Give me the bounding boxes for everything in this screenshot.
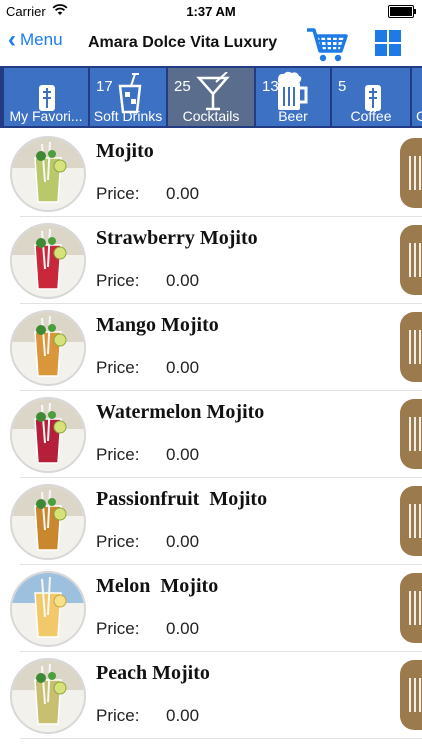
drink-name: Watermelon Mojito bbox=[96, 401, 265, 423]
drink-name: Peach Mojito bbox=[96, 662, 210, 684]
price-label: Price: bbox=[96, 271, 140, 290]
drink-photo bbox=[10, 571, 86, 647]
list-item[interactable]: Mojito Price: 0.00 bbox=[0, 130, 422, 217]
price-label: Price: bbox=[96, 184, 140, 203]
price-value: 0.00 bbox=[166, 358, 200, 377]
price-label: Price: bbox=[96, 619, 140, 638]
drag-handle[interactable] bbox=[400, 138, 422, 208]
drag-handle[interactable] bbox=[400, 573, 422, 643]
chevron-left-icon: ‹ bbox=[8, 26, 16, 53]
list-item[interactable]: Passionfruit Mojito Price: 0.00 bbox=[0, 478, 422, 565]
drag-handle[interactable] bbox=[400, 399, 422, 469]
tab-beer[interactable]: 13 Beer bbox=[256, 68, 330, 126]
price-label: Price: bbox=[96, 532, 140, 551]
tab-label: Coffee bbox=[350, 108, 392, 124]
martini-icon bbox=[196, 72, 230, 111]
row-divider bbox=[20, 738, 422, 739]
tab-count: 17 bbox=[96, 78, 113, 95]
tab-label: My Favori... bbox=[9, 108, 83, 124]
drink-name: Mango Mojito bbox=[96, 314, 219, 336]
menu-back-label: Menu bbox=[20, 30, 63, 49]
drink-name: Strawberry Mojito bbox=[96, 227, 258, 249]
drink-photo bbox=[10, 223, 86, 299]
list-item[interactable]: Melon Mojito Price: 0.00 bbox=[0, 565, 422, 652]
tab-label: Beer bbox=[278, 108, 308, 124]
drink-photo bbox=[10, 658, 86, 734]
tab-label: C bbox=[416, 108, 422, 124]
list-item[interactable]: Strawberry Mojito Price: 0.00 bbox=[0, 217, 422, 304]
drink-name: Melon Mojito bbox=[96, 575, 219, 597]
drink-photo bbox=[10, 310, 86, 386]
price-value: 0.00 bbox=[166, 532, 200, 551]
price-label: Price: bbox=[96, 358, 140, 377]
tab-count: 25 bbox=[174, 78, 191, 95]
price-value: 0.00 bbox=[166, 445, 200, 464]
list-item[interactable]: Watermelon Mojito Price: 0.00 bbox=[0, 391, 422, 478]
tab-cocktails[interactable]: 25 Cocktails bbox=[168, 68, 254, 126]
drag-handle[interactable] bbox=[400, 660, 422, 730]
drink-name: Mojito bbox=[96, 140, 154, 162]
price-value: 0.00 bbox=[166, 619, 200, 638]
price-label: Price: bbox=[96, 445, 140, 464]
tab-more[interactable]: C bbox=[412, 68, 422, 126]
list-item[interactable]: Peach Mojito Price: 0.00 bbox=[0, 652, 422, 739]
drink-photo bbox=[10, 484, 86, 560]
price-value: 0.00 bbox=[166, 706, 200, 725]
navigation-bar: ‹ Menu Amara Dolce Vita Luxury bbox=[0, 22, 422, 66]
status-bar: Carrier 1:37 AM bbox=[0, 0, 422, 22]
price-value: 0.00 bbox=[166, 271, 200, 290]
price-value: 0.00 bbox=[166, 184, 200, 203]
tab-my-favorites[interactable]: My Favori... bbox=[4, 68, 88, 126]
drink-photo bbox=[10, 397, 86, 473]
page-title: Amara Dolce Vita Luxury bbox=[88, 34, 278, 51]
category-tab-bar: My Favori... 17 Soft Drinks 25 Cocktails… bbox=[0, 66, 422, 128]
menu-back-button[interactable]: ‹ Menu bbox=[8, 26, 63, 53]
tab-label: Soft Drinks bbox=[93, 108, 163, 124]
drink-photo bbox=[10, 136, 86, 212]
tab-label: Cocktails bbox=[182, 108, 240, 124]
price-label: Price: bbox=[96, 706, 140, 725]
tab-coffee[interactable]: 5 Coffee bbox=[332, 68, 410, 126]
shopping-cart-icon[interactable] bbox=[305, 24, 349, 64]
drag-handle[interactable] bbox=[400, 225, 422, 295]
drag-handle[interactable] bbox=[400, 486, 422, 556]
list-item[interactable]: Mango Mojito Price: 0.00 bbox=[0, 304, 422, 391]
tab-soft-drinks[interactable]: 17 Soft Drinks bbox=[90, 68, 166, 126]
drag-handle[interactable] bbox=[400, 312, 422, 382]
grid-view-icon[interactable] bbox=[375, 30, 401, 56]
tab-count: 5 bbox=[338, 78, 347, 95]
drink-name: Passionfruit Mojito bbox=[96, 488, 268, 510]
battery-icon bbox=[388, 5, 416, 18]
status-time: 1:37 AM bbox=[186, 4, 236, 19]
